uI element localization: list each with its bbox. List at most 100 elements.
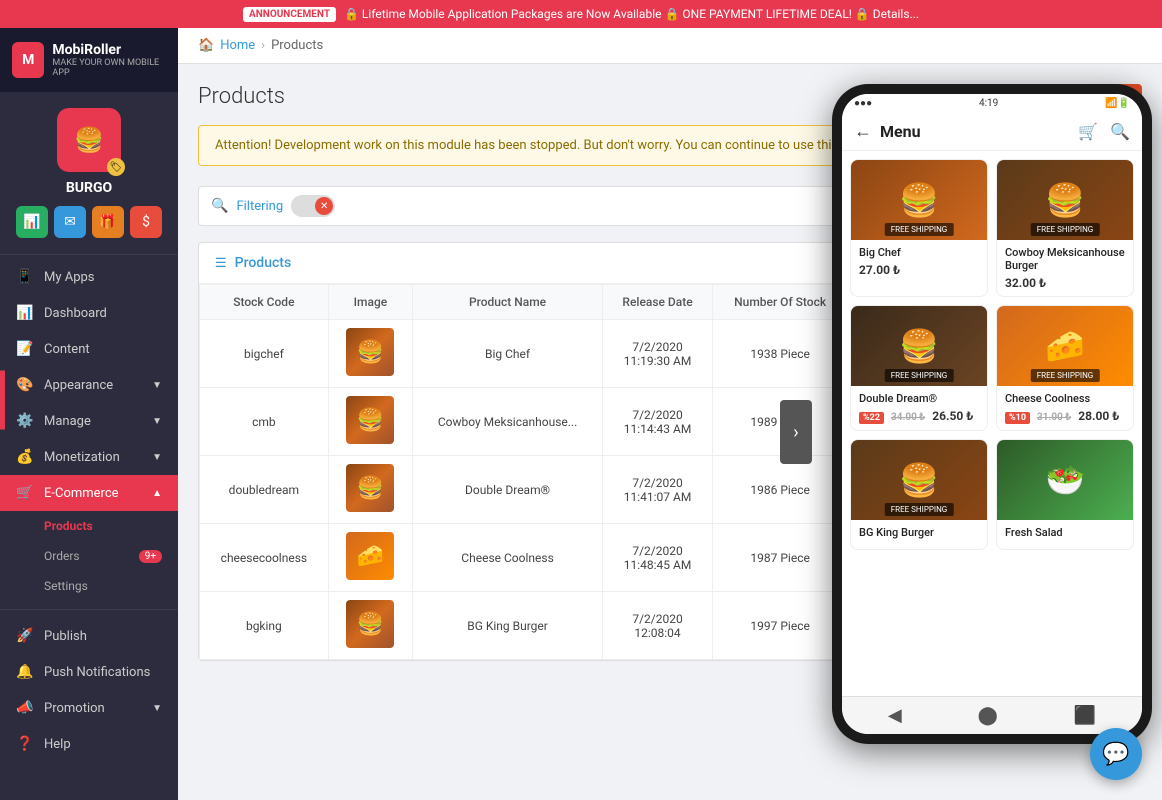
publish-icon: 🚀 [16, 628, 34, 644]
announcement-bar: ANNOUNCEMENT 🔒 Lifetime Mobile Applicati… [0, 0, 1162, 28]
breadcrumb-home-icon: 🏠 [198, 38, 214, 53]
email-button[interactable]: ✉ [54, 206, 86, 238]
sidebar-item-publish[interactable]: 🚀 Publish [0, 618, 178, 654]
free-shipping-badge-cheese: FREE SHIPPING [1031, 369, 1100, 382]
cell-image: 🍔 [328, 456, 412, 524]
app-avatar: 🍔 🏷 [57, 108, 121, 172]
money-button[interactable]: $ [130, 206, 162, 238]
phone-back-icon[interactable]: ← [854, 121, 872, 142]
sidebar-sub-products[interactable]: Products [0, 511, 178, 541]
phone-nav-back[interactable]: ◀ [888, 705, 902, 726]
phone-menu-title: Menu [880, 122, 1070, 141]
food-info-salad: Fresh Salad [997, 520, 1133, 549]
sidebar-item-content[interactable]: 📝 Content [0, 331, 178, 367]
ecommerce-label: E-Commerce [44, 486, 119, 501]
feedback-tab[interactable]: Feedback [0, 370, 5, 429]
discount-badge-double: %22 [859, 412, 884, 424]
ecommerce-arrow-icon: ▲ [152, 488, 162, 499]
phone-frame: ●●● 4:19 📶🔋 ← Menu 🛒 🔍 [832, 84, 1152, 744]
sidebar-item-push-notifications[interactable]: 🔔 Push Notifications [0, 654, 178, 690]
orders-badge: 9+ [139, 550, 162, 563]
cell-product-name: Cowboy Meksicanhouse... [413, 388, 603, 456]
help-label: Help [44, 737, 71, 752]
free-shipping-badge-double: FREE SHIPPING [885, 369, 954, 382]
phone-nav-square[interactable]: ⬛ [1074, 705, 1096, 726]
stats-button[interactable]: 📊 [16, 206, 48, 238]
food-img-cheese: 🧀 FREE SHIPPING [997, 306, 1133, 386]
filter-search-icon: 🔍 [211, 198, 228, 214]
cell-stock-code: cheesecoolness [200, 524, 329, 592]
col-release-date: Release Date [603, 285, 713, 320]
cell-release-date: 7/2/202012:08:04 [603, 592, 713, 660]
sidebar-item-help[interactable]: ❓ Help [0, 726, 178, 762]
phone-search-icon[interactable]: 🔍 [1110, 122, 1130, 141]
food-card-bigchef[interactable]: 🍔 FREE SHIPPING Big Chef 27.00 ₺ [850, 159, 988, 297]
food-img-double: 🍔 FREE SHIPPING [851, 306, 987, 386]
cell-product-name: Big Chef [413, 320, 603, 388]
food-card-bgking[interactable]: 🍔 FREE SHIPPING BG King Burger [850, 439, 988, 550]
monetization-arrow-icon: ▼ [152, 452, 162, 463]
chat-bubble[interactable]: 💬 [1090, 728, 1142, 780]
sidebar-logo: M MobiRoller MAKE YOUR OWN MOBILE APP [0, 28, 178, 92]
phone-status-bar: ●●● 4:19 📶🔋 [842, 94, 1142, 113]
monetization-icon: 💰 [16, 449, 34, 465]
sidebar-item-manage[interactable]: ⚙️ Manage ▼ [0, 403, 178, 439]
push-label: Push Notifications [44, 665, 150, 680]
cell-product-name: Cheese Coolness [413, 524, 603, 592]
free-shipping-badge-cowboy: FREE SHIPPING [1031, 223, 1100, 236]
cell-stock-code: cmb [200, 388, 329, 456]
food-img-salad: 🥗 [997, 440, 1133, 520]
breadcrumb: 🏠 Home › Products [178, 28, 1162, 64]
phone-app-bar: ← Menu 🛒 🔍 [842, 113, 1142, 151]
phone-status-right: 📶🔋 [1105, 98, 1130, 109]
logo-icon: M [12, 42, 44, 78]
logo-text-block: MobiRoller MAKE YOUR OWN MOBILE APP [52, 42, 166, 79]
orders-label: Orders [44, 549, 80, 563]
food-original-cheese: 31.00 ₺ [1037, 412, 1071, 423]
ecommerce-icon: 🛒 [16, 485, 34, 501]
food-card-double[interactable]: 🍔 FREE SHIPPING Double Dream® %22 34.00 … [850, 305, 988, 431]
gift-button[interactable]: 🎁 [92, 206, 124, 238]
sidebar-item-monetization[interactable]: 💰 Monetization ▼ [0, 439, 178, 475]
filtering-toggle[interactable]: ✕ [291, 195, 335, 217]
sidebar-item-appearance[interactable]: 🎨 Appearance ▼ [0, 367, 178, 403]
content-icon: 📝 [16, 341, 34, 357]
food-img-bgking: 🍔 FREE SHIPPING [851, 440, 987, 520]
food-name-salad: Fresh Salad [1005, 526, 1125, 539]
phone-cart-icon[interactable]: 🛒 [1078, 122, 1098, 141]
logo-sub: MAKE YOUR OWN MOBILE APP [52, 58, 166, 78]
col-product-name: Product Name [413, 285, 603, 320]
push-icon: 🔔 [16, 664, 34, 680]
phone-nav-home[interactable]: ⬤ [978, 705, 998, 726]
promotion-icon: 📣 [16, 700, 34, 716]
sidebar-item-ecommerce[interactable]: 🛒 E-Commerce ▲ [0, 475, 178, 511]
food-card-salad[interactable]: 🥗 Fresh Salad [996, 439, 1134, 550]
announcement-text: 🔒 Lifetime Mobile Application Packages a… [344, 7, 919, 21]
sidebar-item-promotion[interactable]: 📣 Promotion ▼ [0, 690, 178, 726]
preview-next-arrow[interactable]: › [780, 400, 812, 464]
food-name-bigchef: Big Chef [859, 246, 979, 259]
food-card-cheese[interactable]: 🧀 FREE SHIPPING Cheese Coolness %10 31.0… [996, 305, 1134, 431]
food-price-cowboy: 32.00 ₺ [1005, 276, 1125, 290]
food-info-double: Double Dream® %22 34.00 ₺ 26.50 ₺ [851, 386, 987, 430]
col-stock-code: Stock Code [200, 285, 329, 320]
cell-image: 🧀 [328, 524, 412, 592]
manage-arrow-icon: ▼ [152, 416, 162, 427]
sidebar-item-my-apps[interactable]: 📱 My Apps [0, 259, 178, 295]
nav-section-main: 📱 My Apps 📊 Dashboard 📝 Content 🎨 Appear… [0, 255, 178, 605]
app-actions: 📊 ✉ 🎁 $ [16, 206, 162, 238]
sidebar-item-dashboard[interactable]: 📊 Dashboard [0, 295, 178, 331]
main-content: 🏠 Home › Products HTML5 🤖 🍎 Products Att… [178, 28, 1162, 800]
nav-section-bottom: 🚀 Publish 🔔 Push Notifications 📣 Promoti… [0, 614, 178, 766]
breadcrumb-home-link[interactable]: Home [220, 38, 255, 53]
cell-stock-code: bigchef [200, 320, 329, 388]
sidebar-sub-orders[interactable]: Orders 9+ [0, 541, 178, 571]
logo-text: MobiRoller [52, 42, 166, 59]
filtering-close-icon[interactable]: ✕ [315, 197, 333, 215]
food-card-cowboy[interactable]: 🍔 FREE SHIPPING Cowboy Meksicanhouse Bur… [996, 159, 1134, 297]
sidebar-sub-settings[interactable]: Settings [0, 571, 178, 601]
chat-icon: 💬 [1102, 742, 1129, 767]
phone-header-icons: 🛒 🔍 [1078, 122, 1130, 141]
food-name-cowboy: Cowboy Meksicanhouse Burger [1005, 246, 1125, 272]
cell-release-date: 7/2/202011:41:07 AM [603, 456, 713, 524]
